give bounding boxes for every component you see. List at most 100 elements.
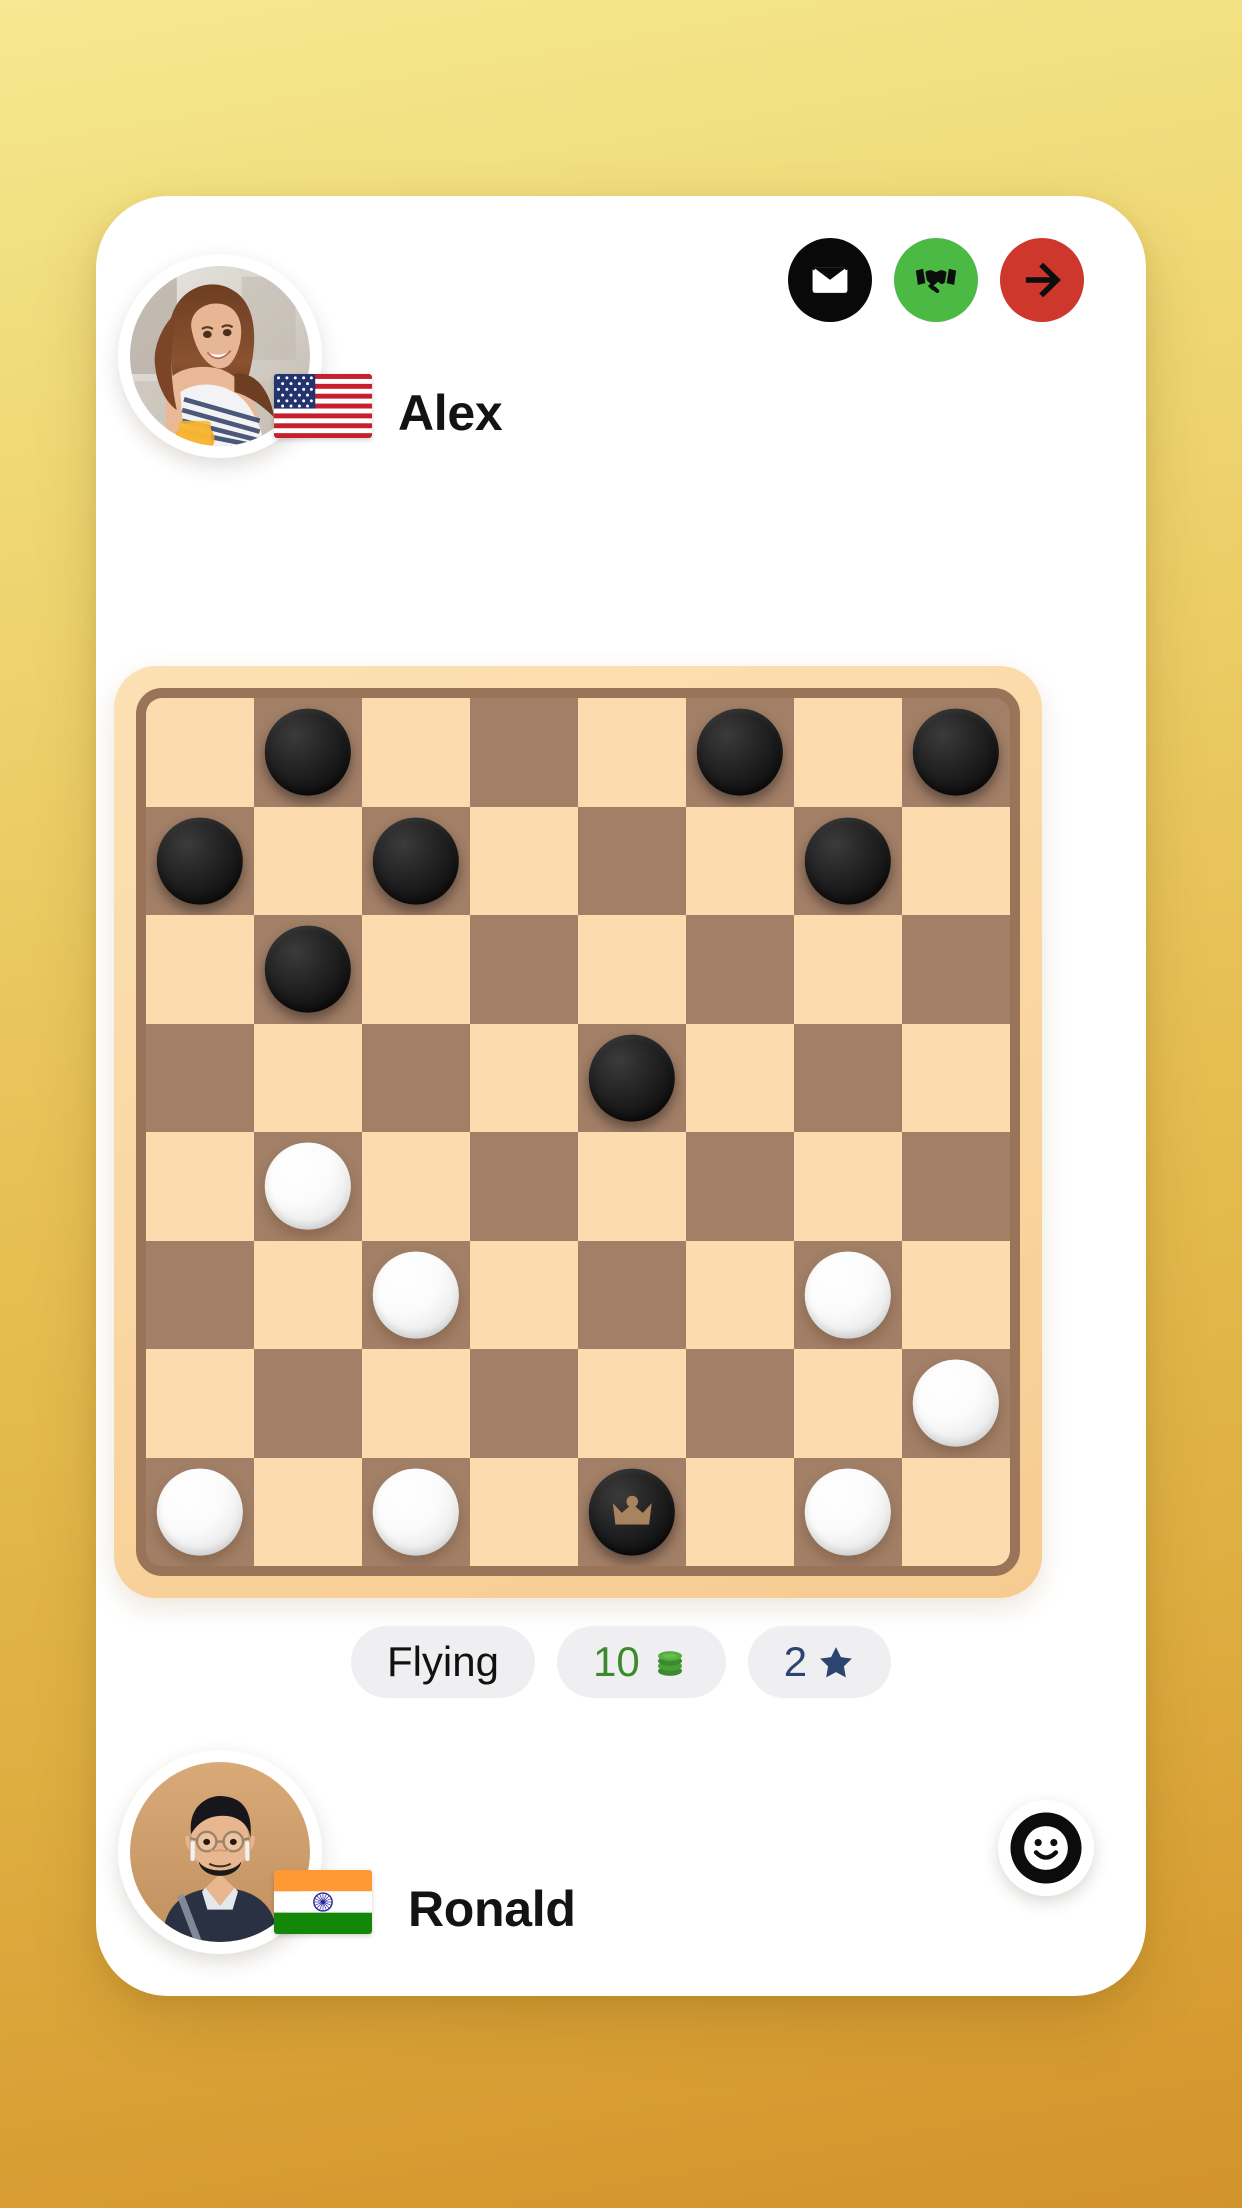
board-square[interactable]: [686, 1240, 794, 1349]
board-square[interactable]: [146, 1240, 254, 1349]
board-square[interactable]: [146, 1023, 254, 1132]
stars-value: 2: [783, 1638, 808, 1685]
board-square[interactable]: [794, 1132, 902, 1241]
piece-black[interactable]: [588, 1034, 676, 1122]
board-square[interactable]: [254, 1132, 362, 1241]
emoji-button[interactable]: [998, 1800, 1094, 1896]
game-mode-label: Flying: [386, 1638, 499, 1685]
board-square[interactable]: [686, 1132, 794, 1241]
board-square[interactable]: [470, 806, 578, 915]
checkers-board[interactable]: [146, 698, 1010, 1566]
board-square[interactable]: [794, 698, 902, 807]
board-square[interactable]: [794, 915, 902, 1024]
board-square[interactable]: [578, 1349, 686, 1458]
board-square[interactable]: [902, 1349, 1010, 1458]
board-square[interactable]: [902, 915, 1010, 1024]
board-square[interactable]: [362, 1240, 470, 1349]
board-square[interactable]: [254, 806, 362, 915]
board-square[interactable]: [470, 1023, 578, 1132]
board-square[interactable]: [578, 1132, 686, 1241]
board-square[interactable]: [362, 1457, 470, 1566]
top-player-row: Alex: [96, 224, 1146, 464]
piece-black[interactable]: [696, 708, 784, 796]
piece-white[interactable]: [264, 1142, 352, 1230]
board-square[interactable]: [470, 1349, 578, 1458]
piece-black[interactable]: [372, 817, 460, 905]
board-square[interactable]: [578, 806, 686, 915]
board-square[interactable]: [146, 806, 254, 915]
board-square[interactable]: [254, 1240, 362, 1349]
board-square[interactable]: [578, 915, 686, 1024]
piece-white[interactable]: [912, 1359, 1000, 1447]
piece-black[interactable]: [912, 708, 1000, 796]
board-square[interactable]: [686, 698, 794, 807]
board-square[interactable]: [794, 806, 902, 915]
board-square[interactable]: [578, 1023, 686, 1132]
board-square[interactable]: [578, 1240, 686, 1349]
board-square[interactable]: [470, 698, 578, 807]
piece-black[interactable]: [156, 817, 244, 905]
board-square[interactable]: [254, 1457, 362, 1566]
coins-icon: [650, 1642, 690, 1682]
piece-black[interactable]: [264, 708, 352, 796]
board-square[interactable]: [794, 1023, 902, 1132]
piece-white[interactable]: [372, 1251, 460, 1339]
game-mode-pill[interactable]: Flying: [350, 1626, 535, 1698]
board-square[interactable]: [470, 1132, 578, 1241]
piece-white[interactable]: [804, 1468, 892, 1556]
board-square[interactable]: [686, 1349, 794, 1458]
game-meta-row: Flying 10 2: [96, 1626, 1146, 1698]
board-square[interactable]: [362, 1132, 470, 1241]
board-square[interactable]: [362, 1349, 470, 1458]
board-square[interactable]: [686, 806, 794, 915]
smiley-icon: [1005, 1807, 1087, 1889]
board-square[interactable]: [146, 1457, 254, 1566]
board-square[interactable]: [146, 915, 254, 1024]
star-icon: [817, 1643, 855, 1681]
board-square[interactable]: [254, 1349, 362, 1458]
piece-white[interactable]: [372, 1468, 460, 1556]
board-square[interactable]: [362, 806, 470, 915]
game-card: Alex 3 5 Flying 10: [96, 196, 1146, 1996]
board-square[interactable]: [146, 1349, 254, 1458]
board-square[interactable]: [470, 1240, 578, 1349]
piece-black[interactable]: [264, 925, 352, 1013]
board-square[interactable]: [686, 1457, 794, 1566]
board-square[interactable]: [902, 698, 1010, 807]
king-piece-black[interactable]: [588, 1468, 676, 1556]
board-square[interactable]: [794, 1240, 902, 1349]
board-square[interactable]: [686, 1023, 794, 1132]
board-square[interactable]: [470, 1457, 578, 1566]
board-frame: [114, 666, 1042, 1598]
india-flag-icon: [274, 1870, 372, 1934]
board-square[interactable]: [254, 915, 362, 1024]
board-square[interactable]: [902, 1132, 1010, 1241]
board-square[interactable]: [254, 698, 362, 807]
board-square[interactable]: [578, 1457, 686, 1566]
board-square[interactable]: [794, 1457, 902, 1566]
board-square[interactable]: [146, 1132, 254, 1241]
bottom-player-name: Ronald: [408, 1881, 576, 1937]
board-square[interactable]: [902, 1023, 1010, 1132]
board-square[interactable]: [362, 698, 470, 807]
board-square[interactable]: [362, 1023, 470, 1132]
board-square[interactable]: [902, 1240, 1010, 1349]
top-player-name: Alex: [398, 385, 503, 441]
piece-white[interactable]: [156, 1468, 244, 1556]
board-square[interactable]: [470, 915, 578, 1024]
stars-pill[interactable]: 2: [747, 1626, 892, 1698]
piece-black[interactable]: [804, 817, 892, 905]
board-square[interactable]: [686, 915, 794, 1024]
board-square[interactable]: [902, 806, 1010, 915]
coins-value: 10: [592, 1638, 640, 1685]
board-square[interactable]: [362, 915, 470, 1024]
bottom-player-row: Ronald: [96, 1738, 1146, 1978]
piece-white[interactable]: [804, 1251, 892, 1339]
board-inner: [136, 688, 1020, 1576]
board-square[interactable]: [254, 1023, 362, 1132]
board-square[interactable]: [578, 698, 686, 807]
board-square[interactable]: [902, 1457, 1010, 1566]
board-square[interactable]: [146, 698, 254, 807]
board-square[interactable]: [794, 1349, 902, 1458]
coins-pill[interactable]: 10: [556, 1626, 726, 1698]
